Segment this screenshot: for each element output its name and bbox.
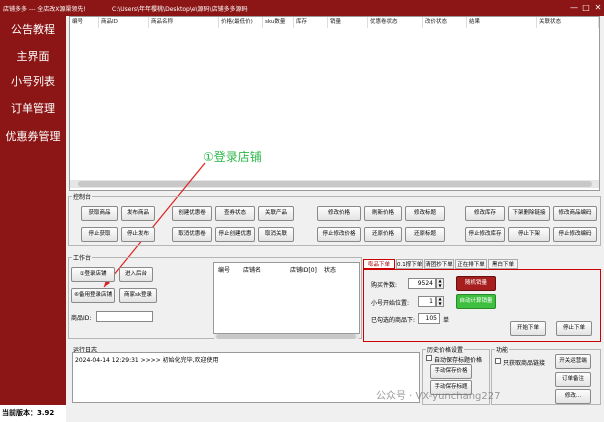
goods-id-input[interactable] (96, 311, 153, 322)
cancel-link-button[interactable]: 取消关联 (258, 227, 294, 242)
sub-start-label: 小号开始位置: (371, 300, 410, 307)
extra-button[interactable]: 修改... (555, 389, 591, 404)
auto-save-label: 自动保存标题价格 (434, 357, 483, 364)
only-link-checkbox[interactable] (495, 358, 501, 364)
delist-button[interactable]: 下架删除链接 (508, 206, 550, 221)
selected-goods-input[interactable]: 105 (418, 313, 440, 324)
watermark-text: 公众号 · VX-yunchang227 (376, 391, 501, 402)
publish-products-button[interactable]: 发布商品 (121, 206, 155, 221)
modify-price-button[interactable]: 修改价格 (317, 206, 361, 221)
col-header: 状态 (324, 267, 337, 274)
auto-save-checkbox[interactable] (426, 355, 432, 361)
cancel-coupon-button[interactable]: 取消优惠卷 (172, 227, 212, 242)
random-sales-button[interactable]: 随机销量 (456, 276, 496, 291)
modify-title-button[interactable]: 修改标题 (405, 206, 445, 221)
sk-login-button[interactable]: 商家sk登录 (119, 288, 157, 303)
refresh-price-button[interactable]: 刷新价格 (364, 206, 402, 221)
stop-modify-code-button[interactable]: 停止修改编码 (553, 227, 597, 242)
buy-qty-label: 购买件数: (371, 282, 398, 289)
log-line: 2024-04-14 12:29:31 >>>> 初始化完毕,欢迎使用 (75, 357, 219, 364)
stop-order-button[interactable]: 停止下单 (556, 321, 592, 336)
enter-backend-button[interactable]: 进入后台 (119, 267, 153, 282)
control-panel-title: 控制台 (72, 192, 93, 201)
selected-goods-label: 已勾选的商品下: (371, 317, 416, 324)
stop-get-button[interactable]: 停止获取 (81, 227, 118, 242)
modify-stock-button[interactable]: 修改库存 (465, 206, 505, 221)
create-coupon-button[interactable]: 创建优惠卷 (172, 206, 212, 221)
sub-start-spinner[interactable]: ▲ ▼ (436, 296, 444, 307)
goods-id-label: 商品ID: (71, 315, 92, 322)
modify-code-button[interactable]: 修改商品编码 (553, 206, 597, 221)
check-coupon-status-button[interactable]: 查券状态 (215, 206, 255, 221)
buy-qty-spinner[interactable]: ▲ ▼ (436, 278, 444, 289)
col-header: 店铺ID[0] (290, 267, 317, 274)
login-shop-button[interactable]: ①登录店铺 (71, 267, 115, 282)
backup-login-button[interactable]: ⑥备用登录店铺 (71, 288, 115, 303)
col-header: 店铺名 (243, 267, 262, 274)
log-area[interactable]: 2024-04-14 12:29:31 >>>> 初始化完毕,欢迎使用 (72, 352, 420, 403)
scrollbar-thumb[interactable] (216, 334, 356, 339)
stop-publish-button[interactable]: 停止发布 (121, 227, 155, 242)
stop-delist-button[interactable]: 停止下架 (508, 227, 550, 242)
shop-list-scrollbar[interactable] (214, 334, 359, 339)
workbench-title: 工作台 (72, 253, 93, 262)
tab-queue-order[interactable]: 正在排下单 (455, 259, 487, 269)
tab-penny-order[interactable]: 0.1撑下单 (396, 259, 423, 269)
sub-start-input[interactable]: 1 (418, 296, 436, 307)
restore-title-button[interactable]: 还原标题 (405, 227, 445, 242)
tab-group-order[interactable]: 清团抄下单 (424, 259, 454, 269)
stop-modify-stock-button[interactable]: 停止修改库存 (465, 227, 505, 242)
shop-list[interactable]: 编号 店铺名 店铺ID[0] 状态 (213, 262, 360, 334)
link-products-button[interactable]: 关联产品 (258, 206, 294, 221)
buy-qty-input[interactable]: 9524 (408, 278, 436, 289)
history-title: 历史价格设置 (426, 345, 465, 354)
manual-save-price-button[interactable]: 手动保存价格 (430, 364, 472, 379)
toggle-ops-button[interactable]: 开关运营端 (555, 354, 591, 369)
stop-modify-price-button[interactable]: 停止修改价格 (317, 227, 361, 242)
order-remark-button[interactable]: 订单备注 (555, 372, 591, 387)
start-order-button[interactable]: 开始下单 (510, 321, 546, 336)
only-link-label: 只获取商品链接 (503, 360, 546, 367)
function-title: 功能 (495, 345, 510, 354)
stop-create-coupon-button[interactable]: 停止创建优惠 (215, 227, 255, 242)
tab-popular-order[interactable]: 嘭品下单 (363, 259, 395, 269)
col-header: 编号 (218, 267, 231, 274)
restore-price-button[interactable]: 还原价格 (364, 227, 402, 242)
selected-goods-unit: 单 (443, 317, 450, 324)
tab-bw-order[interactable]: 黑白下单 (488, 259, 518, 269)
get-products-button[interactable]: 获取商品 (81, 206, 118, 221)
auto-calc-sales-button[interactable]: 自动计算销量 (456, 294, 496, 309)
